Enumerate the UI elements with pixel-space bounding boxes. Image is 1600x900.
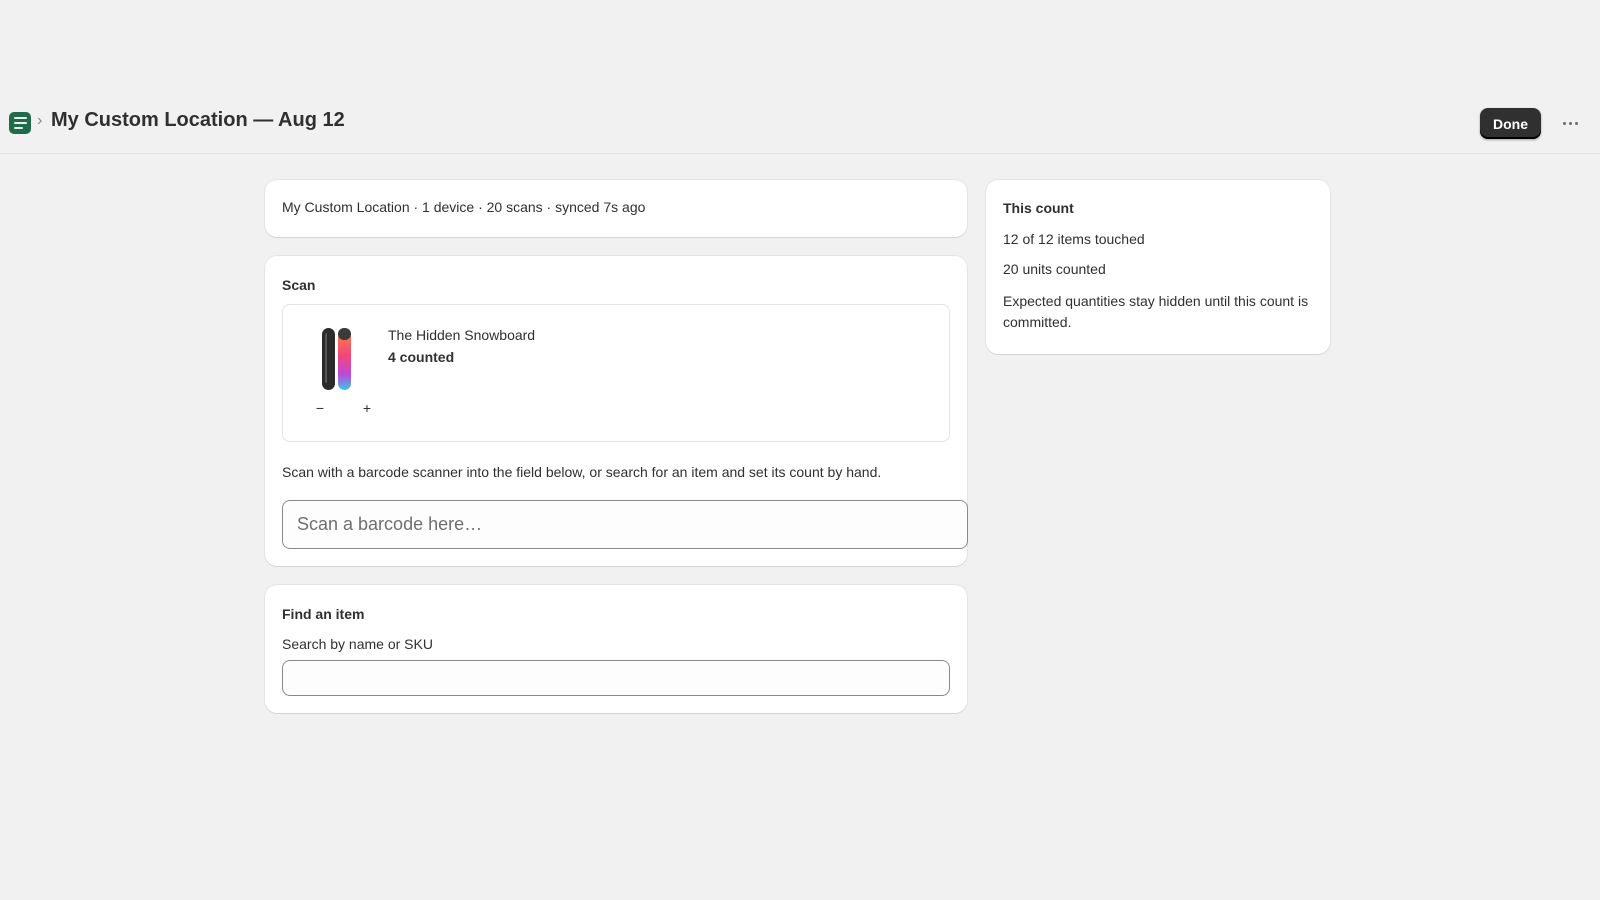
units-counted: 20 units counted <box>1003 261 1106 277</box>
count-summary-card: This count 12 of 12 items touched 20 uni… <box>986 180 1330 354</box>
count-summary-title: This count <box>1003 200 1074 216</box>
find-title: Find an item <box>282 606 365 622</box>
count-note: Expected quantities stay hidden until th… <box>1003 293 1309 330</box>
find-item-card: Find an item Search by name or SKU <box>265 585 967 713</box>
chevron-right-icon: › <box>37 112 43 129</box>
scan-help-text: Scan with a barcode scanner into the fie… <box>282 464 882 480</box>
items-touched: 12 of 12 items touched <box>1003 231 1145 247</box>
scan-card: Scan The Hidden Snowboard 4 counted − + … <box>265 256 968 566</box>
scanned-item: The Hidden Snowboard 4 counted − + <box>282 304 950 442</box>
decrement-button[interactable]: − <box>314 400 326 416</box>
barcode-input[interactable] <box>282 500 968 549</box>
search-input[interactable] <box>282 660 950 696</box>
page-header: › My Custom Location — Aug 12 Done <box>0 104 1600 154</box>
increment-button[interactable]: + <box>361 400 373 416</box>
session-summary: My Custom Location · 1 device · 20 scans… <box>282 199 646 215</box>
page-title: My Custom Location — Aug 12 <box>51 109 345 131</box>
session-meta-card: My Custom Location · 1 device · 20 scans… <box>265 180 967 237</box>
item-count: 4 counted <box>388 349 455 365</box>
snowboard-thumbnail <box>322 328 351 390</box>
scan-title: Scan <box>282 277 316 293</box>
more-horizontal-icon[interactable] <box>1556 108 1584 138</box>
list-icon[interactable] <box>9 112 31 134</box>
search-label: Search by name or SKU <box>282 636 433 652</box>
done-button[interactable]: Done <box>1480 108 1541 139</box>
item-name[interactable]: The Hidden Snowboard <box>388 327 535 343</box>
